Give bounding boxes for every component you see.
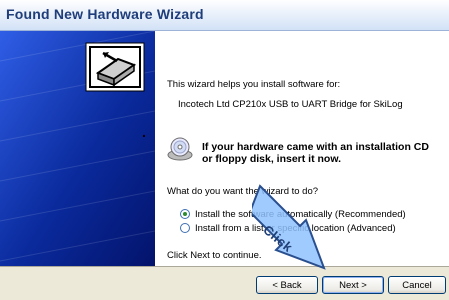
cd-disk-icon <box>167 137 193 161</box>
cd-hint: If your hardware came with an installati… <box>202 141 429 165</box>
continue-text: Click Next to continue. <box>167 250 262 261</box>
intro-text: This wizard helps you install software f… <box>167 79 341 90</box>
banner-graphic <box>0 31 155 266</box>
radio-from-list[interactable] <box>180 223 190 233</box>
radio-automatic[interactable] <box>180 209 190 219</box>
device-name: Incotech Ltd CP210x USB to UART Bridge f… <box>178 99 403 110</box>
hardware-wizard-icon <box>85 42 145 92</box>
stray-dot: . <box>142 124 146 140</box>
wizard-banner <box>0 31 155 266</box>
window-title: Found New Hardware Wizard <box>6 6 204 22</box>
cancel-button[interactable]: Cancel <box>388 276 446 294</box>
title-bar: Found New Hardware Wizard <box>0 0 449 31</box>
